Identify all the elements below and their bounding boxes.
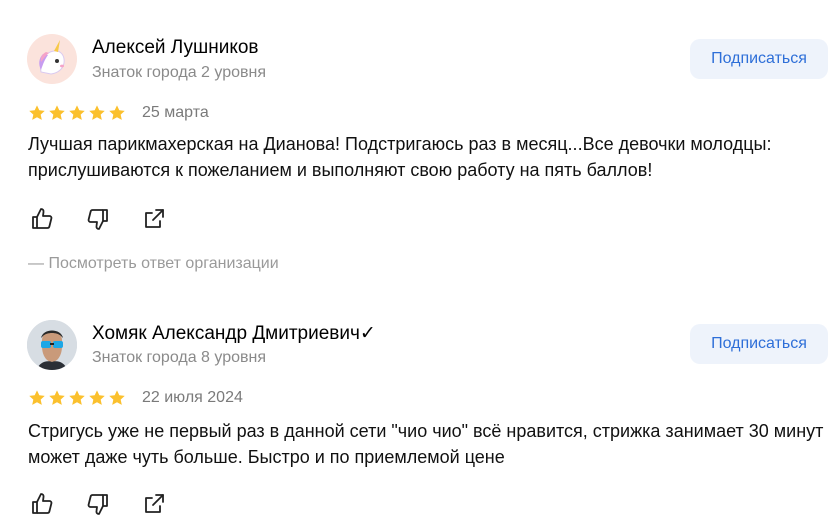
avatar[interactable] [27,34,77,84]
subscribe-button[interactable]: Подписаться [690,39,828,79]
subscribe-button[interactable]: Подписаться [690,324,828,364]
share-icon[interactable] [142,207,166,231]
star-icon [49,105,65,120]
share-icon[interactable] [142,492,166,516]
star-icon [69,390,85,405]
star-icon [29,390,45,405]
author-name[interactable]: Алексей Лушников [92,37,259,59]
star-icon [109,390,125,405]
star-icon [69,105,85,120]
review-date: 22 июля 2024 [142,389,243,406]
dislike-icon[interactable] [86,492,110,516]
review-text: Стригусь уже не первый раз в данной сети… [28,421,824,467]
author-name[interactable]: Хомяк Александр Дмитриевич✓ [92,322,376,345]
author-level: Знаток города 2 уровня [92,64,267,81]
rating-stars [28,389,126,407]
review-actions [30,492,166,516]
author-level: Знаток города 8 уровня [92,349,267,366]
review-text: Лучшая парикмахерская на Дианова! Подстр… [28,134,772,180]
star-icon [49,390,65,405]
user-photo-avatar [27,320,77,370]
review-actions [30,207,166,231]
star-icon [29,105,45,120]
review-date: 25 марта [142,104,209,121]
view-org-reply-link[interactable]: — Посмотреть ответ организации [28,255,279,273]
dislike-icon[interactable] [86,207,110,231]
avatar[interactable] [27,320,77,370]
like-icon[interactable] [30,492,54,516]
star-icon [89,390,105,405]
star-icon [89,105,105,120]
rating-stars [28,104,126,122]
unicorn-icon [27,34,77,84]
star-icon [109,105,125,120]
like-icon[interactable] [30,207,54,231]
